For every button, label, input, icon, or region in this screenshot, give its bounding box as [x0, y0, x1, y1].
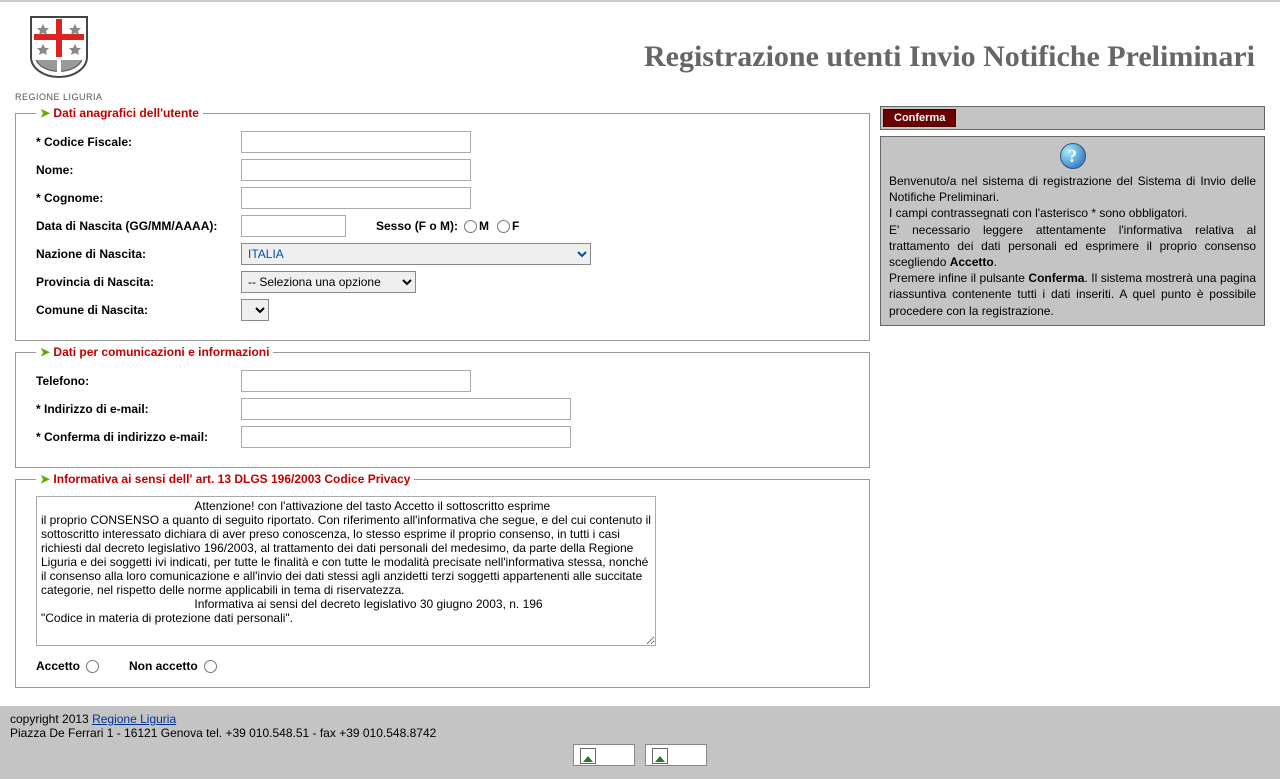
- telefono-input[interactable]: [241, 370, 471, 392]
- anagrafica-legend: Dati anagrafici dell'utente: [53, 106, 199, 120]
- anagrafica-fieldset: ➤ Dati anagrafici dell'utente * Codice F…: [15, 106, 870, 341]
- accetto-radio[interactable]: [86, 660, 99, 673]
- sesso-m-text: M: [479, 219, 489, 233]
- comunicazioni-fieldset: ➤ Dati per comunicazioni e informazioni …: [15, 345, 870, 468]
- comunicazioni-legend: Dati per comunicazioni e informazioni: [53, 345, 269, 359]
- codice-fiscale-label: * Codice Fiscale:: [36, 135, 241, 149]
- email-input[interactable]: [241, 398, 571, 420]
- cognome-input[interactable]: [241, 187, 471, 209]
- non-accetto-label: Non accetto: [129, 659, 198, 673]
- privacy-textarea[interactable]: Attenzione! con l'attivazione del tasto …: [36, 496, 656, 646]
- data-nascita-input[interactable]: [241, 215, 346, 237]
- info-press: Premere infine il pulsante Conferma. Il …: [889, 270, 1256, 319]
- telefono-label: Telefono:: [36, 374, 241, 388]
- logo: REGIONE LIGURIA: [15, 12, 103, 102]
- page-title: Registrazione utenti Invio Notifiche Pre…: [644, 40, 1255, 74]
- cognome-label: * Cognome:: [36, 191, 241, 205]
- logo-label: REGIONE LIGURIA: [15, 92, 103, 102]
- copyright-text: copyright 2013: [10, 712, 92, 726]
- nome-input[interactable]: [241, 159, 471, 181]
- provincia-label: Provincia di Nascita:: [36, 275, 241, 289]
- region-logo-icon: [26, 12, 92, 90]
- info-mandatory: I campi contrassegnati con l'asterisco *…: [889, 205, 1256, 221]
- footer-address: Piazza De Ferrari 1 - 16121 Genova tel. …: [10, 726, 1270, 740]
- nome-label: Nome:: [36, 163, 241, 177]
- info-box: ? Benvenuto/a nel sistema di registrazio…: [880, 136, 1265, 326]
- email-conf-input[interactable]: [241, 426, 571, 448]
- data-nascita-label: Data di Nascita (GG/MM/AAAA):: [36, 219, 241, 233]
- comune-label: Comune di Nascita:: [36, 303, 241, 317]
- email-conf-label: * Conferma di indirizzo e-mail:: [36, 430, 241, 444]
- footer: copyright 2013 Regione Liguria Piazza De…: [0, 706, 1280, 779]
- privacy-legend: Informativa ai sensi dell' art. 13 DLGS …: [53, 472, 410, 486]
- sesso-f-text: F: [512, 219, 519, 233]
- conferma-button[interactable]: Conferma: [883, 109, 956, 127]
- comune-select[interactable]: [241, 299, 269, 321]
- accetto-label: Accetto: [36, 659, 80, 673]
- sesso-label: Sesso (F o M):: [376, 219, 458, 233]
- nazione-label: Nazione di Nascita:: [36, 247, 241, 261]
- privacy-fieldset: ➤ Informativa ai sensi dell' art. 13 DLG…: [15, 472, 870, 688]
- sesso-m-radio[interactable]: [464, 220, 477, 233]
- non-accetto-radio[interactable]: [204, 660, 217, 673]
- footer-badge-1[interactable]: [573, 744, 635, 766]
- info-consent: E' necessario leggere attentamente l'inf…: [889, 222, 1256, 271]
- footer-badge-2[interactable]: [645, 744, 707, 766]
- email-label: * Indirizzo di e-mail:: [36, 402, 241, 416]
- sesso-f-radio[interactable]: [497, 220, 510, 233]
- conferma-bar: Conferma: [880, 106, 1265, 130]
- region-link[interactable]: Regione Liguria: [92, 712, 176, 726]
- info-welcome: Benvenuto/a nel sistema di registrazione…: [889, 173, 1256, 205]
- help-icon: ?: [1060, 143, 1086, 169]
- provincia-select[interactable]: -- Seleziona una opzione: [241, 271, 416, 293]
- codice-fiscale-input[interactable]: [241, 131, 471, 153]
- nazione-select[interactable]: ITALIA: [241, 243, 591, 265]
